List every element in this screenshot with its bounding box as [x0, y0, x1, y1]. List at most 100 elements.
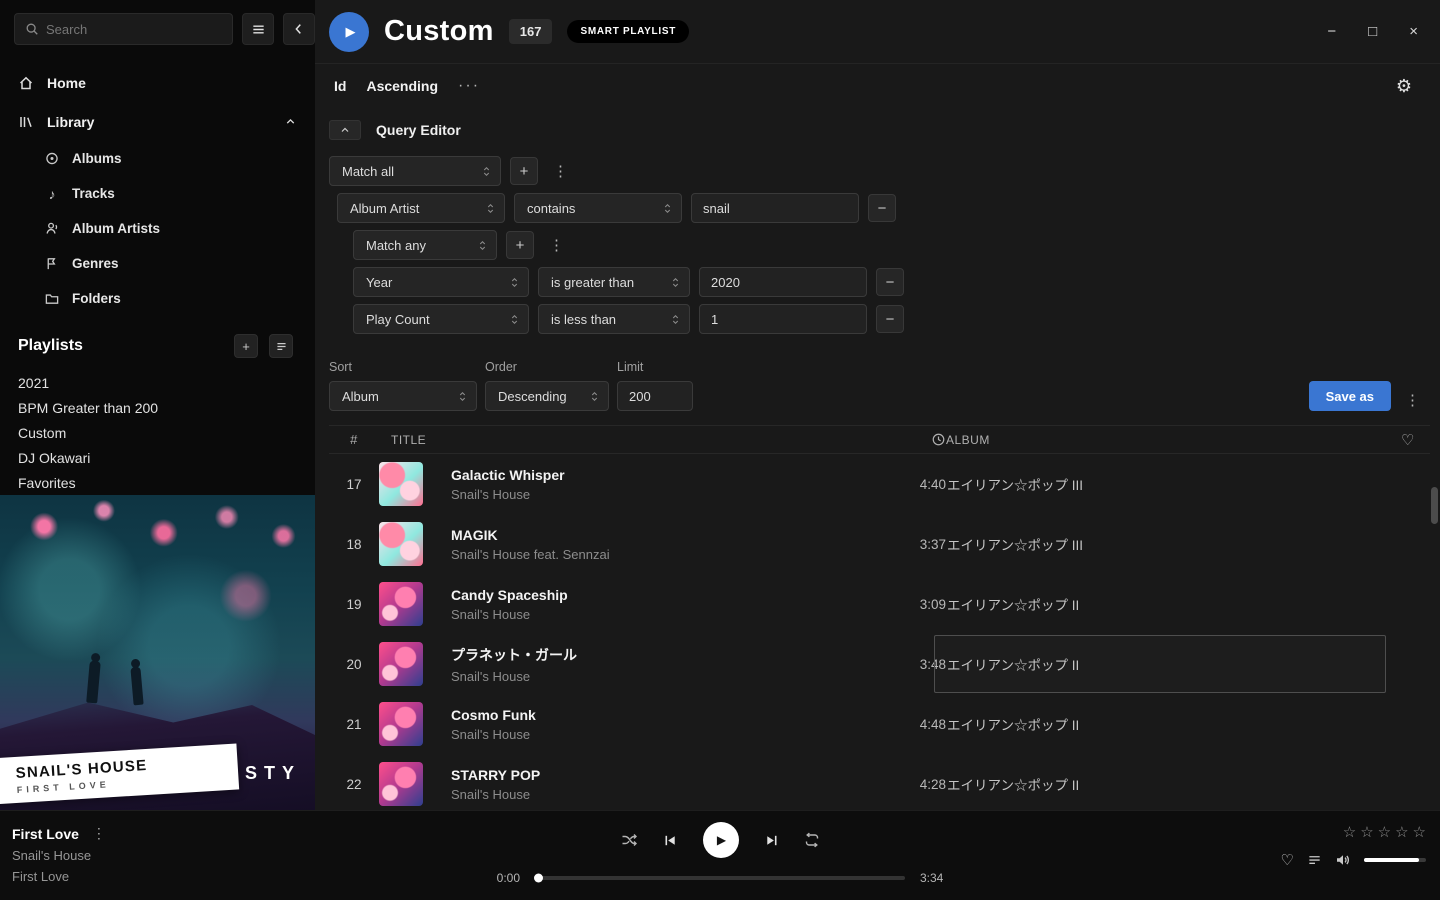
table-row[interactable]: 21 Cosmo Funk Snail's House 4:48 エイリアン☆ポ…: [329, 694, 1430, 754]
playlist-item-bpm-greater-than-200[interactable]: BPM Greater than 200: [18, 395, 293, 420]
now-playing-menu-button[interactable]: ⋮: [92, 825, 106, 842]
seek-knob[interactable]: [534, 874, 543, 883]
repeat-button[interactable]: [804, 832, 820, 848]
sidebar-item-folders[interactable]: Folders: [0, 281, 315, 316]
menu-button[interactable]: [242, 13, 274, 45]
root-match-select[interactable]: Match all: [329, 156, 501, 186]
add-group-rule-button[interactable]: +: [506, 231, 534, 259]
rule-operator-select[interactable]: is less than: [538, 304, 690, 334]
playlist-item-favorites[interactable]: Favorites: [18, 470, 293, 495]
previous-track-button[interactable]: [663, 833, 678, 848]
track-album[interactable]: エイリアン☆ポップ II: [934, 695, 1386, 753]
play-playlist-button[interactable]: ▶: [329, 12, 369, 52]
track-album[interactable]: エイリアン☆ポップ II: [934, 575, 1386, 633]
sort-direction-button[interactable]: Ascending: [366, 78, 438, 94]
playlist-item-dj-okawari[interactable]: DJ Okawari: [18, 445, 293, 470]
track-album[interactable]: エイリアン☆ポップ III: [934, 515, 1386, 573]
seek-bar[interactable]: [535, 876, 905, 880]
add-rule-button[interactable]: +: [510, 157, 538, 185]
add-playlist-button[interactable]: +: [234, 334, 258, 358]
now-playing-album[interactable]: First Love: [12, 869, 106, 884]
table-row[interactable]: 18 MAGIK Snail's House feat. Sennzai 3:3…: [329, 514, 1430, 574]
rule-operator-select[interactable]: contains: [514, 193, 682, 223]
queue-button[interactable]: [1307, 853, 1322, 868]
table-row[interactable]: 17 Galactic Whisper Snail's House 4:40 エ…: [329, 454, 1430, 514]
sidebar-item-tracks[interactable]: ♪ Tracks: [0, 176, 315, 211]
track-album[interactable]: エイリアン☆ポップ II: [934, 755, 1386, 810]
track-title[interactable]: Cosmo Funk: [451, 707, 876, 723]
rule-value-input[interactable]: [699, 304, 867, 334]
rule-field-select[interactable]: Album Artist: [337, 193, 505, 223]
track-title[interactable]: Galactic Whisper: [451, 467, 876, 483]
collapse-query-editor-button[interactable]: [329, 120, 361, 140]
track-artist[interactable]: Snail's House: [451, 607, 876, 622]
sidebar-item-album-artists[interactable]: Album Artists: [0, 211, 315, 246]
search-input[interactable]: [46, 22, 222, 37]
sidebar-item-home[interactable]: Home: [0, 63, 315, 102]
root-group-menu-button[interactable]: ⋮: [547, 160, 574, 182]
column-favorite[interactable]: ♡: [1386, 431, 1430, 449]
remove-rule-button[interactable]: −: [876, 268, 904, 296]
star-icon[interactable]: ☆: [1360, 823, 1373, 841]
volume-button[interactable]: [1335, 852, 1351, 868]
track-artist[interactable]: Snail's House: [451, 669, 876, 684]
chevron-up-icon[interactable]: [284, 115, 297, 128]
search-box[interactable]: [14, 13, 233, 45]
sort-field-button[interactable]: Id: [334, 78, 346, 94]
track-artist[interactable]: Snail's House: [451, 727, 876, 742]
track-artist[interactable]: Snail's House: [451, 487, 876, 502]
query-sort-select[interactable]: Album: [329, 381, 477, 411]
track-artist[interactable]: Snail's House feat. Sennzai: [451, 547, 876, 562]
track-title[interactable]: プラネット・ガール: [451, 645, 876, 665]
query-order-select[interactable]: Descending: [485, 381, 609, 411]
maximize-button[interactable]: □: [1368, 23, 1377, 40]
next-track-button[interactable]: [764, 833, 779, 848]
now-playing-title[interactable]: First Love: [12, 826, 79, 842]
column-title[interactable]: TITLE: [379, 433, 876, 447]
now-playing-album-art[interactable]: SNAIL'S HOUSE FIRST LOVE TASTY: [0, 495, 315, 810]
column-album[interactable]: ALBUM: [946, 433, 1386, 447]
table-row[interactable]: 19 Candy Spaceship Snail's House 3:09 エイ…: [329, 574, 1430, 634]
track-artist[interactable]: Snail's House: [451, 787, 876, 802]
sidebar-item-genres[interactable]: Genres: [0, 246, 315, 281]
sidebar-item-library[interactable]: Library: [0, 102, 315, 141]
playlist-list-view-button[interactable]: [269, 334, 293, 358]
playlist-item-2021[interactable]: 2021: [18, 370, 293, 395]
play-pause-button[interactable]: ▶: [703, 822, 739, 858]
rule-field-select[interactable]: Year: [353, 267, 529, 297]
limit-input[interactable]: [617, 381, 693, 411]
rule-value-input[interactable]: [691, 193, 859, 223]
group-match-select[interactable]: Match any: [353, 230, 497, 260]
group-menu-button[interactable]: ⋮: [543, 234, 570, 256]
sidebar-item-albums[interactable]: Albums: [0, 141, 315, 176]
track-title[interactable]: Candy Spaceship: [451, 587, 876, 603]
star-icon[interactable]: ☆: [1413, 823, 1426, 841]
playlist-item-custom[interactable]: Custom: [18, 420, 293, 445]
more-options-button[interactable]: ···: [458, 77, 480, 95]
scrollbar-thumb[interactable]: [1431, 487, 1438, 524]
rule-operator-select[interactable]: is greater than: [538, 267, 690, 297]
volume-slider[interactable]: [1364, 858, 1426, 862]
shuffle-button[interactable]: [621, 832, 638, 848]
save-menu-button[interactable]: ⋮: [1399, 389, 1426, 411]
rule-value-input[interactable]: [699, 267, 867, 297]
track-title[interactable]: STARRY POP: [451, 767, 876, 783]
back-button[interactable]: [283, 13, 315, 45]
star-icon[interactable]: ☆: [1378, 823, 1391, 841]
rule-field-select[interactable]: Play Count: [353, 304, 529, 334]
settings-gear-icon[interactable]: ⚙: [1396, 76, 1412, 97]
star-icon[interactable]: ☆: [1343, 823, 1356, 841]
track-title[interactable]: MAGIK: [451, 527, 876, 543]
column-index[interactable]: #: [329, 432, 379, 447]
table-row[interactable]: 20 プラネット・ガール Snail's House 3:48 エイリアン☆ポッ…: [329, 634, 1430, 694]
minimize-button[interactable]: −: [1327, 23, 1336, 40]
table-row[interactable]: 22 STARRY POP Snail's House 4:28 エイリアン☆ポ…: [329, 754, 1430, 810]
star-icon[interactable]: ☆: [1395, 823, 1408, 841]
close-button[interactable]: ×: [1409, 23, 1418, 40]
now-playing-artist[interactable]: Snail's House: [12, 848, 106, 863]
column-duration[interactable]: [876, 432, 946, 447]
track-album-focused-cell[interactable]: エイリアン☆ポップ II: [934, 635, 1386, 693]
remove-rule-button[interactable]: −: [868, 194, 896, 222]
remove-rule-button[interactable]: −: [876, 305, 904, 333]
track-album[interactable]: エイリアン☆ポップ III: [934, 455, 1386, 513]
